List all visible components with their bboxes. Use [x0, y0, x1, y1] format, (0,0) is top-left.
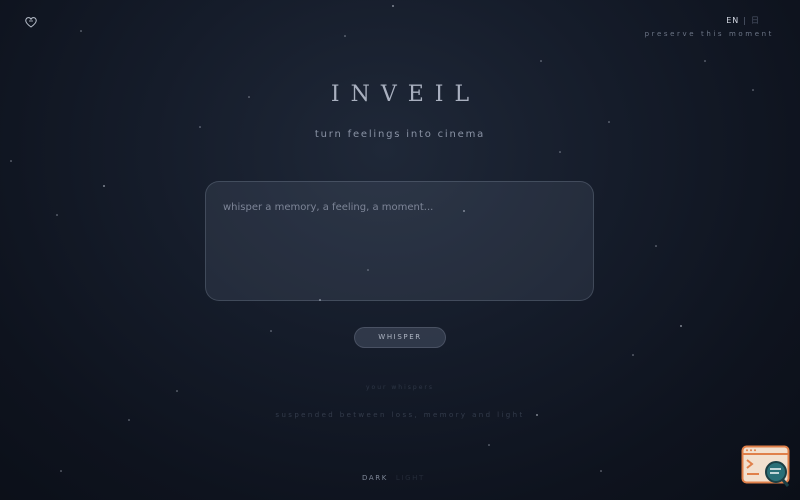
star: [655, 245, 657, 247]
star: [608, 121, 610, 123]
theme-option-light[interactable]: LIGHT: [396, 474, 425, 482]
star: [199, 126, 201, 128]
terminal-search-icon[interactable]: [741, 445, 791, 489]
star: [56, 214, 58, 216]
star: [392, 5, 394, 7]
star: [680, 325, 682, 327]
star: [488, 444, 490, 446]
theme-option-dark[interactable]: DARK: [362, 474, 388, 482]
lang-option-en[interactable]: EN: [726, 16, 739, 25]
language-switcher: EN | 日: [726, 15, 760, 26]
memory-input[interactable]: [205, 181, 594, 301]
star: [704, 60, 706, 62]
brand-title: INVEIL: [330, 82, 481, 107]
star: [344, 35, 346, 37]
footer-tagline: suspended between loss, memory and light: [275, 411, 525, 419]
lang-separator: |: [743, 16, 747, 25]
logo-heart-icon[interactable]: [24, 14, 38, 28]
star: [559, 151, 561, 153]
star: [60, 470, 62, 472]
whisper-button[interactable]: WHISPER: [354, 327, 446, 348]
theme-toggle: DARK LIGHT: [362, 474, 425, 482]
header-tagline: preserve this moment: [644, 30, 774, 38]
star: [128, 419, 130, 421]
star: [540, 60, 542, 62]
brand-subtitle: turn feelings into cinema: [314, 129, 486, 140]
star: [103, 185, 105, 187]
star: [632, 354, 634, 356]
star: [270, 330, 272, 332]
star: [80, 30, 82, 32]
star: [600, 470, 602, 472]
star: [10, 160, 12, 162]
lang-option-jp[interactable]: 日: [751, 16, 760, 25]
app-background: { "header": { "lang_active": "EN", "lang…: [0, 0, 800, 500]
whispers-link[interactable]: your whispers: [0, 384, 800, 391]
